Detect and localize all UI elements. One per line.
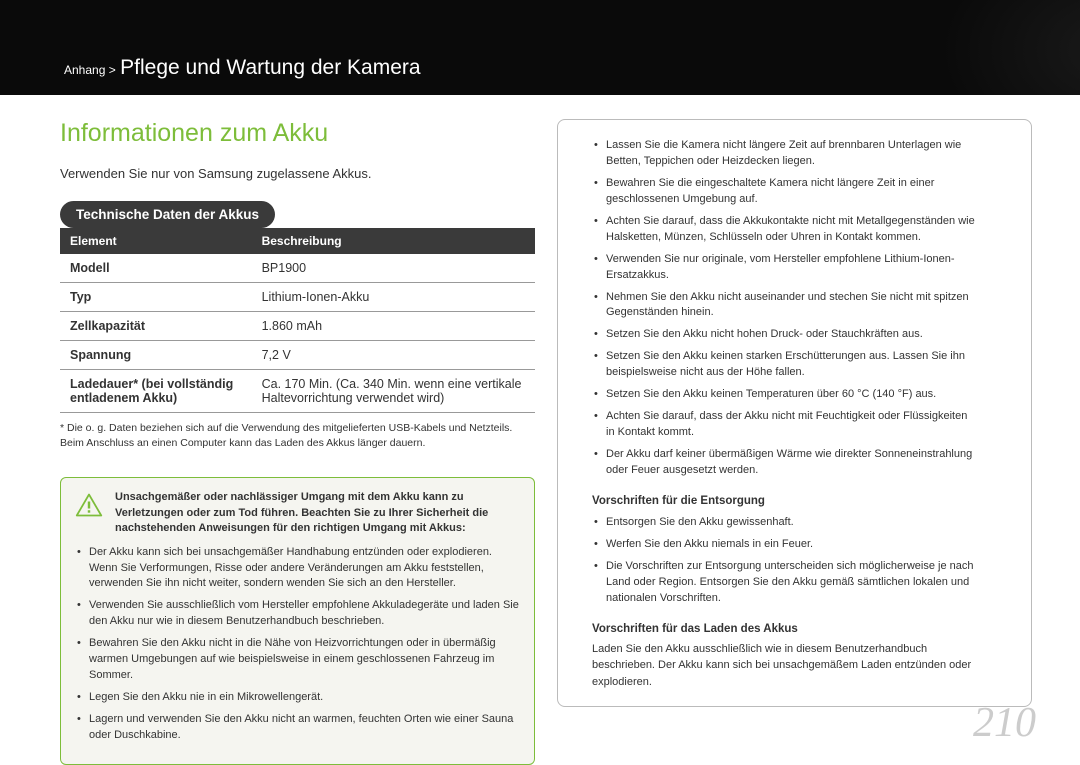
banner-decoration	[900, 0, 1080, 95]
charging-text: Laden Sie den Akku ausschließlich wie in…	[592, 641, 975, 691]
th-description: Beschreibung	[252, 228, 535, 254]
intro-text: Verwenden Sie nur von Samsung zugelassen…	[60, 166, 535, 181]
precaution-list: Lassen Sie die Kamera nicht längere Zeit…	[592, 138, 975, 479]
cell-description: Lithium-Ionen-Akku	[252, 283, 535, 312]
right-column: Lassen Sie die Kamera nicht längere Zeit…	[557, 119, 1032, 765]
cell-element: Typ	[60, 283, 252, 312]
warning-icon	[75, 492, 103, 518]
cell-description: Ca. 170 Min. (Ca. 340 Min. wenn eine ver…	[252, 370, 535, 413]
table-row: ModellBP1900	[60, 254, 535, 283]
list-item: Nehmen Sie den Akku nicht auseinander un…	[592, 290, 975, 322]
warning-lead: Unsachgemäßer oder nachlässiger Umgang m…	[115, 490, 520, 536]
table-row: Ladedauer* (bei vollständig entladenem A…	[60, 370, 535, 413]
header-banner: Anhang > Pflege und Wartung der Kamera	[0, 0, 1080, 95]
page-title: Informationen zum Akku	[60, 119, 535, 148]
breadcrumb-title: Pflege und Wartung der Kamera	[120, 56, 420, 79]
breadcrumb-prefix: Anhang >	[64, 63, 116, 77]
list-item: Entsorgen Sie den Akku gewissenhaft.	[592, 515, 975, 531]
warning-list: Der Akku kann sich bei unsachgemäßer Han…	[75, 545, 520, 744]
list-item: Werfen Sie den Akku niemals in ein Feuer…	[592, 537, 975, 553]
table-row: Spannung7,2 V	[60, 341, 535, 370]
list-item: Achten Sie darauf, dass die Akkukontakte…	[592, 214, 975, 246]
disposal-list: Entsorgen Sie den Akku gewissenhaft. Werf…	[592, 515, 975, 607]
list-item: Die Vorschriften zur Entsorgung untersch…	[592, 559, 975, 607]
list-item: Bewahren Sie die eingeschaltete Kamera n…	[592, 176, 975, 208]
list-item: Lassen Sie die Kamera nicht längere Zeit…	[592, 138, 975, 170]
cell-description: 1.860 mAh	[252, 312, 535, 341]
right-box: Lassen Sie die Kamera nicht längere Zeit…	[557, 119, 1032, 707]
page-number: 210	[973, 699, 1036, 747]
cell-element: Ladedauer* (bei vollständig entladenem A…	[60, 370, 252, 413]
th-element: Element	[60, 228, 252, 254]
cell-description: BP1900	[252, 254, 535, 283]
list-item: Verwenden Sie nur originale, vom Herstel…	[592, 252, 975, 284]
section-pill: Technische Daten der Akkus	[60, 201, 275, 228]
cell-element: Modell	[60, 254, 252, 283]
table-footnote: * Die o. g. Daten beziehen sich auf die …	[60, 421, 535, 451]
list-item: Setzen Sie den Akku nicht hohen Druck- o…	[592, 327, 975, 343]
list-item: Der Akku darf keiner übermäßigen Wärme w…	[592, 447, 975, 479]
list-item: Setzen Sie den Akku keinen starken Ersch…	[592, 349, 975, 381]
list-item: Legen Sie den Akku nie in ein Mikrowelle…	[75, 690, 520, 706]
left-column: Informationen zum Akku Verwenden Sie nur…	[60, 119, 535, 765]
charging-heading: Vorschriften für das Laden des Akkus	[592, 623, 975, 635]
spec-table: Element Beschreibung ModellBP1900TypLith…	[60, 228, 535, 413]
list-item: Achten Sie darauf, dass der Akku nicht m…	[592, 409, 975, 441]
table-row: Zellkapazität1.860 mAh	[60, 312, 535, 341]
cell-element: Zellkapazität	[60, 312, 252, 341]
warning-box: Unsachgemäßer oder nachlässiger Umgang m…	[60, 477, 535, 764]
list-item: Setzen Sie den Akku keinen Temperaturen …	[592, 387, 975, 403]
cell-element: Spannung	[60, 341, 252, 370]
list-item: Bewahren Sie den Akku nicht in die Nähe …	[75, 636, 520, 684]
list-item: Der Akku kann sich bei unsachgemäßer Han…	[75, 545, 520, 593]
list-item: Verwenden Sie ausschließlich vom Herstel…	[75, 598, 520, 630]
disposal-heading: Vorschriften für die Entsorgung	[592, 495, 975, 507]
table-row: TypLithium-Ionen-Akku	[60, 283, 535, 312]
breadcrumb: Anhang > Pflege und Wartung der Kamera	[64, 56, 421, 80]
cell-description: 7,2 V	[252, 341, 535, 370]
list-item: Lagern und verwenden Sie den Akku nicht …	[75, 712, 520, 744]
